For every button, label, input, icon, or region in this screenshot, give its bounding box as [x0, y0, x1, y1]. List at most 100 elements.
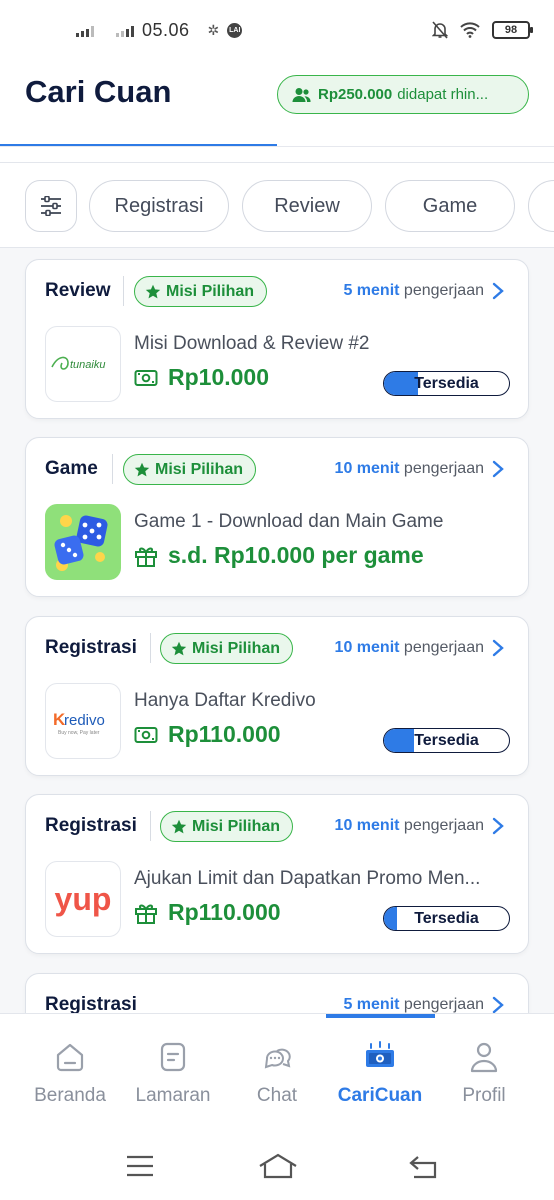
duration-unit: pengerjaan — [403, 996, 484, 1013]
card-separator — [150, 633, 151, 663]
home-system-icon[interactable] — [258, 1153, 298, 1179]
card-category: Game — [45, 458, 98, 479]
star-icon — [171, 641, 187, 655]
card-category: Registrasi — [45, 637, 137, 658]
chip-more[interactable] — [528, 180, 554, 232]
card-category: Review — [45, 280, 111, 301]
status-time: 05.06 — [142, 19, 190, 40]
chat-icon — [264, 1048, 291, 1069]
app-logo-kredivo: Kredivo Buy now, Pay later — [45, 683, 121, 759]
page-title: Cari Cuan — [25, 74, 172, 109]
card-title: Hanya Daftar Kredivo — [134, 690, 316, 711]
user-icon — [470, 1042, 498, 1073]
availability-status: Tersedia — [383, 728, 510, 753]
mission-card[interactable]: Registrasi 5 menit pengerjaan — [25, 973, 529, 1013]
featured-badge-label: Misi Pilihan — [155, 460, 244, 478]
sliders-icon — [41, 196, 61, 216]
featured-badge: Misi Pilihan — [134, 276, 268, 307]
card-duration: 10 menit pengerjaan — [335, 460, 484, 478]
chevron-right-icon — [492, 639, 504, 657]
duration-unit: pengerjaan — [403, 639, 484, 656]
app-logo-tunaiku: tunaiku — [45, 326, 121, 402]
availability-status: Tersedia — [383, 371, 510, 396]
gift-icon — [135, 904, 157, 924]
nav-label: Beranda — [34, 1085, 106, 1106]
availability-label: Tersedia — [414, 374, 479, 392]
reward-amount: Rp110.000 — [168, 899, 281, 925]
filter-row: Registrasi Review Game — [0, 162, 554, 248]
duration-value: 10 menit — [334, 460, 400, 477]
availability-label: Tersedia — [414, 909, 479, 927]
mission-card[interactable]: Registrasi Misi Pilihan 10 menit pengerj… — [25, 794, 529, 954]
nav-item-caricuan[interactable]: CariCuan — [330, 1036, 430, 1122]
duration-value: 5 menit — [343, 996, 400, 1013]
mute-bell-icon — [432, 21, 448, 39]
logo-text: tunaiku — [70, 359, 105, 371]
mission-card[interactable]: Game Misi Pilihan 10 menit pengerjaan Ga… — [25, 437, 529, 597]
card-separator — [123, 276, 124, 306]
nav-label: Lamaran — [135, 1085, 211, 1106]
mission-list: Review Misi Pilihan 5 menit pengerjaan t… — [0, 248, 554, 1013]
duration-unit: pengerjaan — [403, 817, 484, 834]
card-duration: 5 menit pengerjaan — [343, 996, 484, 1013]
chevron-right-icon — [492, 282, 504, 300]
earnings-amount: Rp250.000 — [318, 86, 393, 103]
card-duration: 10 menit pengerjaan — [335, 639, 484, 657]
money-icon — [134, 369, 158, 386]
header-divider — [0, 146, 554, 147]
status-bar: 05.06 ✲ LAI 98 — [0, 0, 554, 60]
duration-value: 5 menit — [343, 282, 400, 299]
gift-icon — [135, 547, 157, 567]
nav-item-beranda[interactable]: Beranda — [20, 1036, 120, 1122]
card-reward: Rp10.000 — [134, 364, 269, 391]
nav-item-chat[interactable]: Chat — [227, 1036, 327, 1122]
battery-indicator: 98 — [492, 21, 533, 39]
home-icon — [56, 1043, 84, 1072]
mission-card[interactable]: Review Misi Pilihan 5 menit pengerjaan t… — [25, 259, 529, 419]
system-nav-bar — [0, 1123, 554, 1200]
nav-item-lamaran[interactable]: Lamaran — [123, 1036, 223, 1122]
users-icon — [292, 87, 311, 102]
featured-badge: Misi Pilihan — [160, 811, 294, 842]
chip-review[interactable]: Review — [242, 180, 372, 232]
filter-button[interactable] — [25, 180, 77, 232]
mission-card[interactable]: Registrasi Misi Pilihan 10 menit pengerj… — [25, 616, 529, 776]
availability-label: Tersedia — [414, 731, 479, 749]
signal-icon — [76, 23, 94, 37]
chevron-right-icon — [492, 460, 504, 478]
nav-item-profil[interactable]: Profil — [434, 1036, 534, 1122]
lai-icon: LAI — [227, 22, 243, 38]
featured-badge-label: Misi Pilihan — [166, 282, 255, 300]
chevron-right-icon — [492, 817, 504, 835]
logo-text: redivo — [64, 712, 105, 729]
nav-label: Chat — [256, 1085, 298, 1106]
star-icon — [145, 284, 161, 298]
card-separator — [150, 811, 151, 841]
bottom-nav: Beranda Lamaran Chat CariCuan Profil — [0, 1013, 554, 1123]
duration-value: 10 menit — [334, 639, 400, 656]
signal-icon-2 — [116, 23, 134, 37]
card-duration: 5 menit pengerjaan — [343, 282, 484, 300]
star-icon — [134, 462, 150, 476]
card-title: Game 1 - Download dan Main Game — [134, 511, 444, 532]
recent-apps-icon[interactable] — [126, 1155, 154, 1177]
card-title: Ajukan Limit dan Dapatkan Promo Men... — [134, 868, 481, 889]
header: Cari Cuan Rp250.000 didapat rhin... — [0, 60, 554, 148]
card-reward: Rp110.000 — [134, 899, 281, 926]
chip-game[interactable]: Game — [385, 180, 515, 232]
chevron-right-icon — [492, 996, 504, 1013]
chip-registrasi[interactable]: Registrasi — [89, 180, 229, 232]
nav-label: CariCuan — [337, 1085, 423, 1106]
gear-small-icon: ✲ — [207, 21, 220, 38]
card-category: Registrasi — [45, 815, 137, 836]
app-logo-yup: yup — [45, 861, 121, 937]
reward-amount: Rp10.000 — [168, 364, 270, 390]
featured-badge-label: Misi Pilihan — [192, 639, 281, 657]
money-icon — [134, 726, 158, 743]
money-coin-icon — [366, 1041, 394, 1067]
nav-label: Profil — [462, 1085, 506, 1106]
reward-amount: Rp110.000 — [168, 721, 281, 747]
card-reward: Rp110.000 — [134, 721, 281, 748]
back-system-icon[interactable] — [408, 1155, 438, 1179]
earnings-pill[interactable]: Rp250.000 didapat rhin... — [277, 75, 529, 114]
